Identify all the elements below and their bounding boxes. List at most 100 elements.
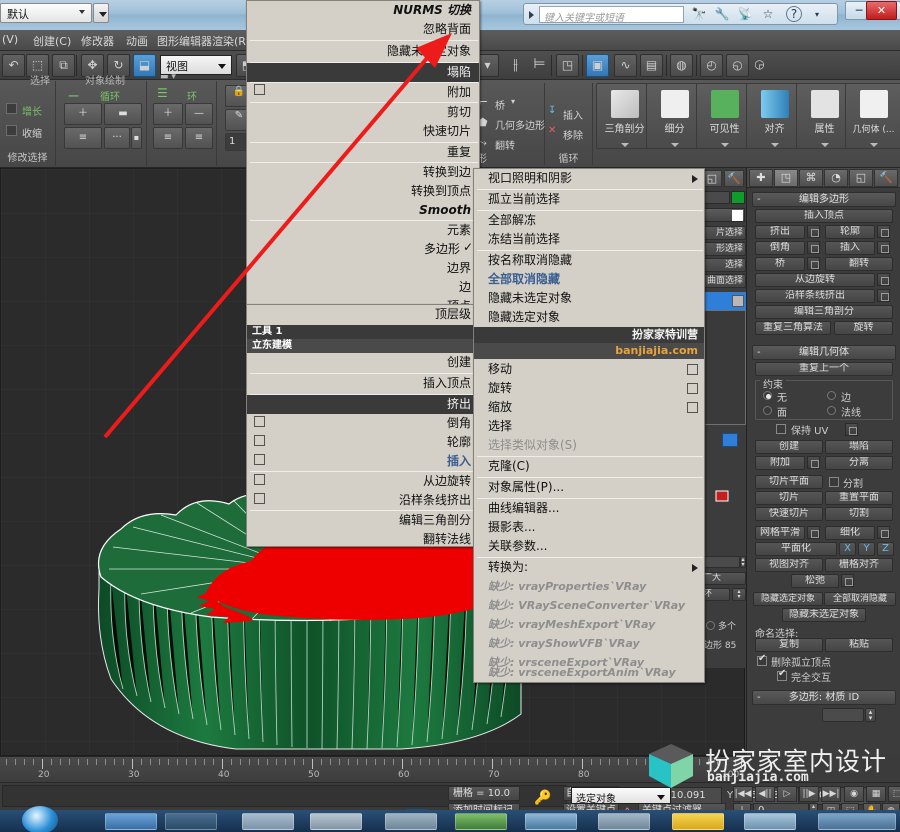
ring-remove-button[interactable]: — <box>185 103 213 125</box>
menu-item-move[interactable]: 移动 <box>474 360 704 379</box>
quad-menu-display-transform[interactable]: 视口照明和阴影 孤立当前选择 全部解冻 冻结当前选择 按名称取消隐藏 全部取消隐… <box>473 168 705 683</box>
cut-button[interactable]: 切割 <box>825 507 893 521</box>
menu-item-object-properties[interactable]: 对象属性(P)... <box>474 478 704 497</box>
chevron-down-icon[interactable] <box>620 143 629 147</box>
object-color-swatch[interactable] <box>731 191 745 204</box>
menu-item-hide-unselected[interactable]: 隐藏未选定对象 <box>474 289 704 308</box>
repeat-last-button[interactable]: 重复上一个 <box>755 362 893 376</box>
spinner-icon[interactable]: ▴▾ <box>740 556 746 568</box>
menu-item-hide-selection[interactable]: 隐藏选定对象 <box>474 308 704 327</box>
grid-align-button[interactable]: 栅格对齐 <box>825 558 893 572</box>
make-planar-y-button[interactable]: Y <box>858 542 875 556</box>
render-iterative-icon[interactable]: ◶ <box>748 54 771 77</box>
rollout-header-material-id[interactable]: - 多边形: 材质 ID <box>752 690 896 705</box>
schematic-view-icon[interactable]: ▤ <box>640 54 663 77</box>
surface-select-label[interactable]: 曲面选择 <box>700 274 746 288</box>
create-button[interactable]: 创建 <box>755 440 823 454</box>
ribbon-group-label-polygon[interactable]: 形 <box>473 150 544 165</box>
patch-select-label[interactable]: 片选择 <box>700 226 746 240</box>
menu-item-curve-editor[interactable]: 曲线编辑器... <box>474 499 704 518</box>
menu-item-extrude-along-spline[interactable]: 沿样条线挤出 <box>247 491 479 510</box>
unhide-all-button[interactable]: 全部取消隐藏 <box>824 592 896 606</box>
insert-vertex-button[interactable]: 插入顶点 <box>755 209 893 223</box>
material-id-spinner-icon[interactable]: ▴ ▾ <box>865 708 876 722</box>
material-id-input[interactable] <box>822 708 864 722</box>
chevron-down-icon[interactable] <box>820 143 829 147</box>
menu-item-hinge-from-edge[interactable]: 从边旋转 <box>247 472 479 491</box>
menu-item-vray-properties[interactable]: 缺少: vrayProperties`VRay <box>474 577 704 596</box>
loop-dot-button[interactable]: ··· <box>104 127 130 149</box>
hierarchy-tab-icon[interactable]: ⌘ <box>799 169 823 187</box>
inset-button[interactable]: 插入 <box>825 241 875 255</box>
menu-item-rendering[interactable]: 渲染(R) <box>212 33 250 49</box>
pin-stack-icon[interactable] <box>722 433 738 447</box>
attach-button[interactable]: 附加 <box>755 456 805 470</box>
menu-item-vray-scene-converter[interactable]: 缺少: VRaySceneConverter`VRay <box>474 596 704 615</box>
menu-item-repeat[interactable]: 重复 <box>247 143 479 162</box>
render-frame-icon[interactable]: ◵ <box>726 54 749 77</box>
menu-item-extrude[interactable]: 挤出 <box>247 395 479 414</box>
scale-settings-icon[interactable] <box>687 402 698 413</box>
make-planar-z-button[interactable]: Z <box>877 542 894 556</box>
menu-item-vrscene-export-anim[interactable]: 缺少: vrsceneExportAnim`VRay <box>474 663 704 682</box>
curve-editor-icon[interactable]: ∿ <box>614 54 637 77</box>
taskbar-item[interactable] <box>242 813 294 830</box>
tab-object-paint[interactable]: 对象绘制 <box>85 72 125 87</box>
menu-item-nurms-toggle[interactable]: NURMS 切换 <box>247 1 479 20</box>
quick-access-combo[interactable]: 默认 <box>0 3 92 23</box>
render-setup-icon[interactable]: ▣ <box>586 54 609 77</box>
insert-label[interactable]: 插入 <box>563 107 583 122</box>
constraint-none-label[interactable]: 无 <box>777 389 787 404</box>
utilities-tab-icon[interactable]: 🔨 <box>724 170 744 187</box>
ring-shift-button[interactable]: ≡ <box>153 127 183 149</box>
tessellate-button[interactable]: 细化 <box>825 526 875 540</box>
menu-item-bevel[interactable]: 倒角 <box>247 414 479 433</box>
make-planar-button[interactable]: 平面化 <box>755 542 837 556</box>
star-icon[interactable]: ☆ <box>758 6 778 23</box>
menu-item-isolate-selection[interactable]: 孤立当前选择 <box>474 190 704 209</box>
multiple-radio[interactable] <box>706 621 715 630</box>
relax-settings-icon[interactable] <box>841 574 854 587</box>
make-planar-x-button[interactable]: X <box>839 542 856 556</box>
preserve-uv-settings-icon[interactable] <box>845 423 858 436</box>
quad-menu-tools1[interactable]: 顶层级 工具 1 立东建模 创建 插入顶点 挤出 倒角 轮廓 插入 从边旋转 沿… <box>246 304 480 547</box>
close-button[interactable]: ✕ <box>866 1 897 20</box>
inset-settings-icon[interactable] <box>877 241 890 254</box>
display-tab-icon[interactable]: ◱ <box>849 169 873 187</box>
collapse-button[interactable]: 塌陷 <box>825 440 893 454</box>
outline-button[interactable]: 轮廓 <box>825 225 875 239</box>
remove-label[interactable]: 移除 <box>563 127 583 142</box>
extrude-spline-settings-icon[interactable] <box>877 289 890 302</box>
menu-item-attach[interactable]: 附加 <box>247 83 479 102</box>
menu-item-select-similar[interactable]: 选择类似对象(S) <box>474 436 704 455</box>
split-checkbox[interactable] <box>829 477 839 487</box>
constraint-face-radio[interactable] <box>763 406 772 415</box>
reset-plane-button[interactable]: 重置平面 <box>825 491 893 505</box>
ribbon-button-visibility[interactable]: 可见性 <box>696 83 753 149</box>
menu-item-outline[interactable]: 轮廓 <box>247 433 479 452</box>
key-icon[interactable]: 🔑 <box>534 790 551 806</box>
menu-item-view[interactable]: (V) <box>2 33 18 46</box>
search-input[interactable]: 键入关键字或短语 <box>539 6 684 23</box>
modifier-stack-list[interactable] <box>702 310 746 425</box>
taskbar-item[interactable] <box>672 813 724 830</box>
bridge-settings-icon[interactable] <box>807 257 820 270</box>
menu-item-convert-to[interactable]: 转换为: <box>474 558 704 577</box>
bevel-settings-icon[interactable] <box>807 241 820 254</box>
multiple-label[interactable]: 多个 <box>718 619 736 632</box>
attach-settings-icon[interactable] <box>807 456 820 469</box>
menu-item-hide-unselected[interactable]: 隐藏未选定对象 <box>247 42 479 61</box>
satellite-icon[interactable]: 📡 <box>735 6 755 23</box>
menu-item-smooth[interactable]: Smooth <box>247 201 479 220</box>
menu-item-border[interactable]: 边界 <box>247 259 479 278</box>
grow-label[interactable]: 增长 <box>22 103 42 118</box>
menu-item-unhide-by-name[interactable]: 按名称取消隐藏 <box>474 251 704 270</box>
menu-item-cut[interactable]: 剪切 <box>247 103 479 122</box>
menu-item-inset[interactable]: 插入 <box>247 452 479 471</box>
taskbar-item[interactable] <box>310 813 362 830</box>
ribbon-group-label-loop2[interactable]: 循环 <box>545 150 592 165</box>
delete-isolated-vertices-checkbox[interactable] <box>757 653 767 666</box>
mirror-geometry-icon[interactable]: ⫲ <box>504 54 527 77</box>
loop-more-button[interactable]: ▪ <box>131 127 142 149</box>
flip-button[interactable]: 翻转 <box>825 257 893 271</box>
